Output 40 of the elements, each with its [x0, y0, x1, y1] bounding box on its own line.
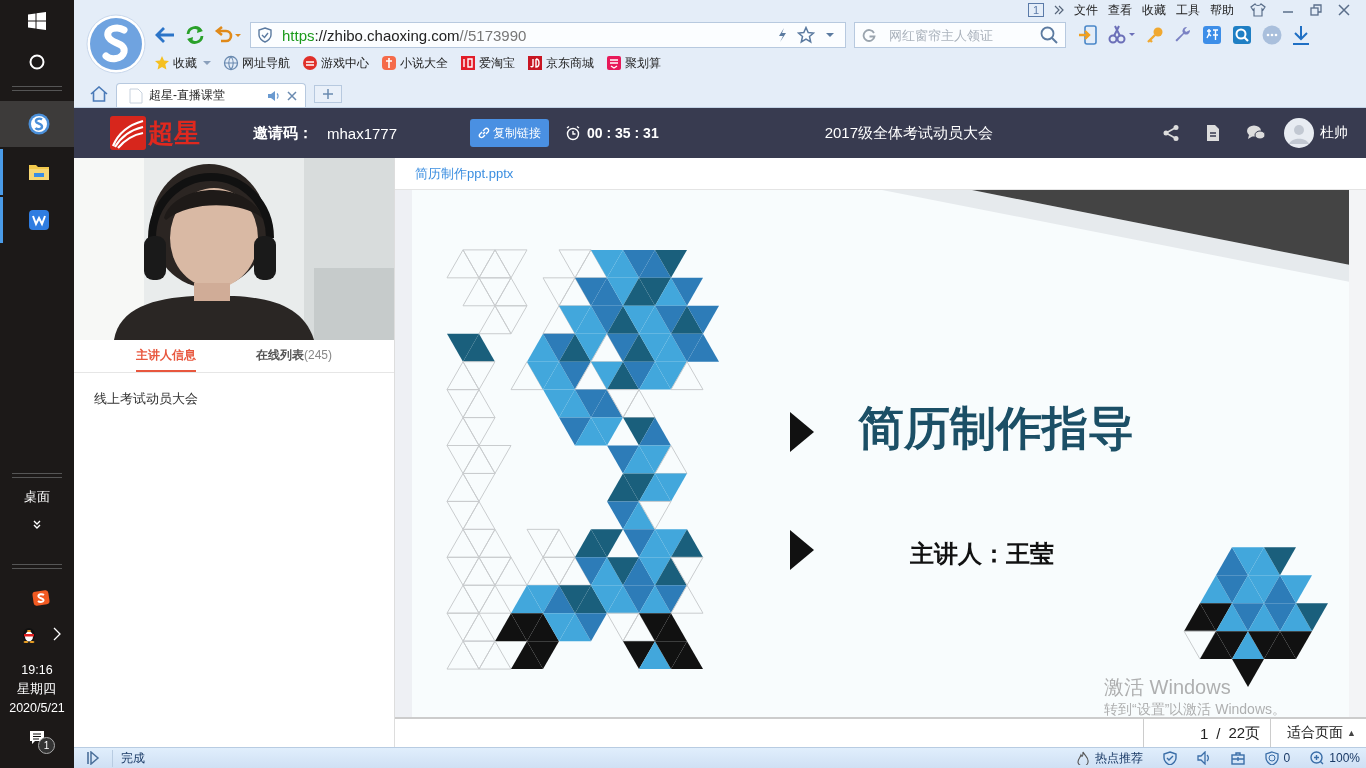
- user-name[interactable]: 杜帅: [1320, 124, 1348, 142]
- slide-title: 简历制作指导: [858, 401, 1134, 456]
- page-total: 22页: [1228, 723, 1261, 743]
- fit-page-dropdown[interactable]: 适合页面 ▲: [1271, 719, 1366, 747]
- description-text: 线上考试动员大会: [94, 390, 199, 408]
- timer: 00 : 35 : 31: [587, 125, 659, 141]
- bookmark-link[interactable]: 网址导航: [223, 54, 290, 72]
- panel-tab[interactable]: 主讲人信息: [136, 340, 196, 372]
- clock[interactable]: 19:16 星期四 2020/5/21: [9, 661, 65, 718]
- menu-item[interactable]: 收藏: [1142, 1, 1166, 19]
- window-count[interactable]: 1: [1027, 3, 1044, 17]
- slide-speaker: 主讲人：王莹: [910, 539, 1054, 569]
- activation-subtitle: 转到“设置”以激活 Windows。: [1104, 701, 1286, 719]
- invite-label: 邀请码：: [253, 123, 313, 143]
- bookmark-link[interactable]: 收藏: [154, 54, 197, 72]
- bookmark-link[interactable]: 爱淘宝: [460, 54, 515, 72]
- page-separator: /: [1216, 724, 1221, 742]
- menu-item[interactable]: 文件: [1074, 1, 1098, 19]
- status-adblock-button[interactable]: 0: [1264, 751, 1291, 765]
- panel-tab[interactable]: 在线列表(245): [256, 340, 332, 372]
- bookmark-link[interactable]: 京东商城: [527, 54, 594, 72]
- address-field[interactable]: https://zhibo.chaoxing.com//5173990: [250, 22, 846, 48]
- browser-tab[interactable]: 超星-直播课堂: [116, 83, 306, 107]
- file-tab[interactable]: 简历制作ppt.pptx: [415, 165, 514, 189]
- notification-badge: 1: [38, 737, 55, 754]
- invite-code: mhax1777: [327, 124, 398, 142]
- search-field[interactable]: 网红窗帘主人领证: [854, 22, 1066, 48]
- meeting-title: 2017级全体考试动员大会: [824, 123, 995, 143]
- desktop-label[interactable]: 桌面: [24, 488, 50, 506]
- page-number: 1: [1199, 724, 1209, 742]
- status-flame-button[interactable]: 热点推荐: [1075, 749, 1143, 767]
- menu-item[interactable]: 查看: [1108, 1, 1132, 19]
- activation-title: 激活 Windows: [1104, 675, 1232, 700]
- bookmark-link[interactable]: 聚划算: [606, 54, 661, 72]
- status-text: 完成: [112, 749, 145, 767]
- bookmark-link[interactable]: 游戏中心: [302, 54, 369, 72]
- status-zoom-button[interactable]: 100%: [1310, 751, 1360, 765]
- menu-item[interactable]: 帮助: [1210, 1, 1234, 19]
- menu-item[interactable]: 工具: [1176, 1, 1200, 19]
- bookmark-link[interactable]: 小说大全: [381, 54, 448, 72]
